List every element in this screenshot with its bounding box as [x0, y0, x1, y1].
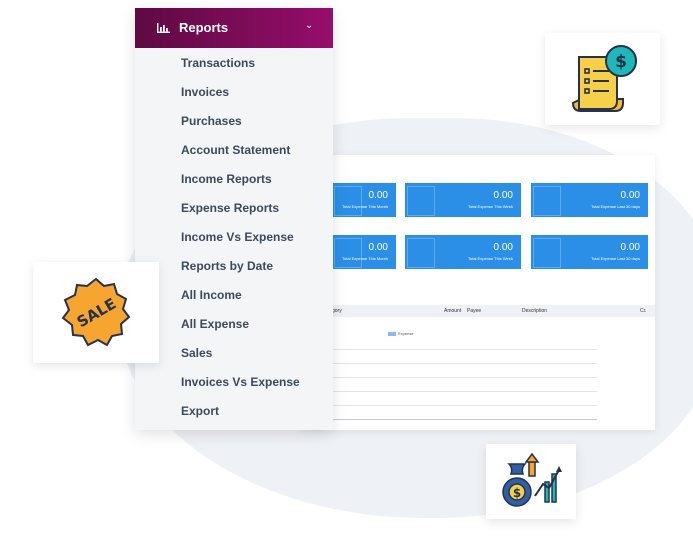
menu-item-purchases[interactable]: Purchases [181, 114, 242, 128]
stat-label: Total Expense This Month [342, 204, 388, 209]
column-amount: Amount [444, 308, 462, 314]
menu-item-export[interactable]: Export [181, 404, 219, 418]
column-payee: Payee [467, 308, 482, 314]
chevron-down-icon: ⌄ [305, 20, 314, 31]
column-description: Description [522, 308, 548, 314]
grid-line [300, 349, 597, 350]
legend-label: Expense [398, 331, 414, 336]
stat-label: Total Expense Last 30 days [591, 256, 640, 261]
legend-swatch [388, 331, 396, 336]
svg-text:$: $ [513, 486, 521, 500]
column-category: gory [332, 308, 342, 314]
stat-tile: 0.00 Total Expense Last 30 days [531, 235, 648, 269]
stat-tile: 0.00 Total Expense This Week [405, 183, 521, 217]
stat-value: 0.00 [493, 242, 513, 253]
stat-label: Total Expense This Week [468, 204, 513, 209]
money-growth-card: $ [486, 444, 576, 519]
menu-item-account-statement[interactable]: Account Statement [181, 143, 290, 157]
grid-line [300, 363, 597, 364]
stat-value: 0.00 [493, 190, 513, 201]
svg-text:$: $ [615, 52, 627, 72]
invoice-card: $ [545, 33, 660, 125]
stat-tile: 0.00 Total Expense This Month [332, 183, 396, 217]
stat-label: Total Expense Last 30 days [591, 204, 640, 209]
menu-item-sales[interactable]: Sales [181, 346, 212, 360]
column-cr: Cr. [640, 308, 647, 314]
stat-value: 0.00 [620, 242, 640, 253]
menu-item-income-reports[interactable]: Income Reports [181, 172, 272, 186]
menu-item-reports-by-date[interactable]: Reports by Date [181, 259, 273, 273]
reports-menu: Reports ⌄ Transactions Invoices Purchase… [135, 8, 333, 430]
grid-line [300, 405, 597, 406]
stat-value: 0.00 [620, 190, 640, 201]
stat-value: 0.00 [368, 190, 388, 201]
menu-item-transactions[interactable]: Transactions [181, 56, 255, 70]
bar-chart-icon [157, 23, 170, 33]
sale-card: SALE [33, 262, 159, 363]
stat-label: Total Expense This Week [468, 256, 513, 261]
menu-item-expense-reports[interactable]: Expense Reports [181, 201, 279, 215]
table-header: gory Amount Payee Description Cr. [300, 305, 655, 317]
money-bag-growth-icon: $ [502, 452, 562, 507]
stat-value: 0.00 [368, 242, 388, 253]
receipt-dollar-icon: $ [571, 45, 637, 112]
grid-line [300, 391, 597, 392]
menu-item-invoices[interactable]: Invoices [181, 85, 229, 99]
stat-tile: 0.00 Total Expense This Month [332, 235, 396, 269]
menu-item-all-expense[interactable]: All Expense [181, 317, 249, 331]
stat-tile: 0.00 Total Expense Last 30 days [531, 183, 648, 217]
reports-menu-header[interactable]: Reports ⌄ [135, 8, 333, 48]
menu-item-invoices-vs-expense[interactable]: Invoices Vs Expense [181, 375, 300, 389]
stat-label: Total Expense This Month [342, 256, 388, 261]
grid-line [300, 377, 597, 378]
chart-axis [300, 419, 597, 420]
menu-item-all-income[interactable]: All Income [181, 288, 242, 302]
sale-badge: SALE [61, 277, 131, 347]
dashboard-preview: 0.00 Total Expense This Month 0.00 Total E… [300, 155, 655, 430]
stat-tile: 0.00 Total Expense This Week [405, 235, 521, 269]
reports-menu-title: Reports [179, 20, 229, 35]
menu-item-income-vs-expense[interactable]: Income Vs Expense [181, 230, 294, 244]
chart-legend: Expense [388, 331, 414, 336]
